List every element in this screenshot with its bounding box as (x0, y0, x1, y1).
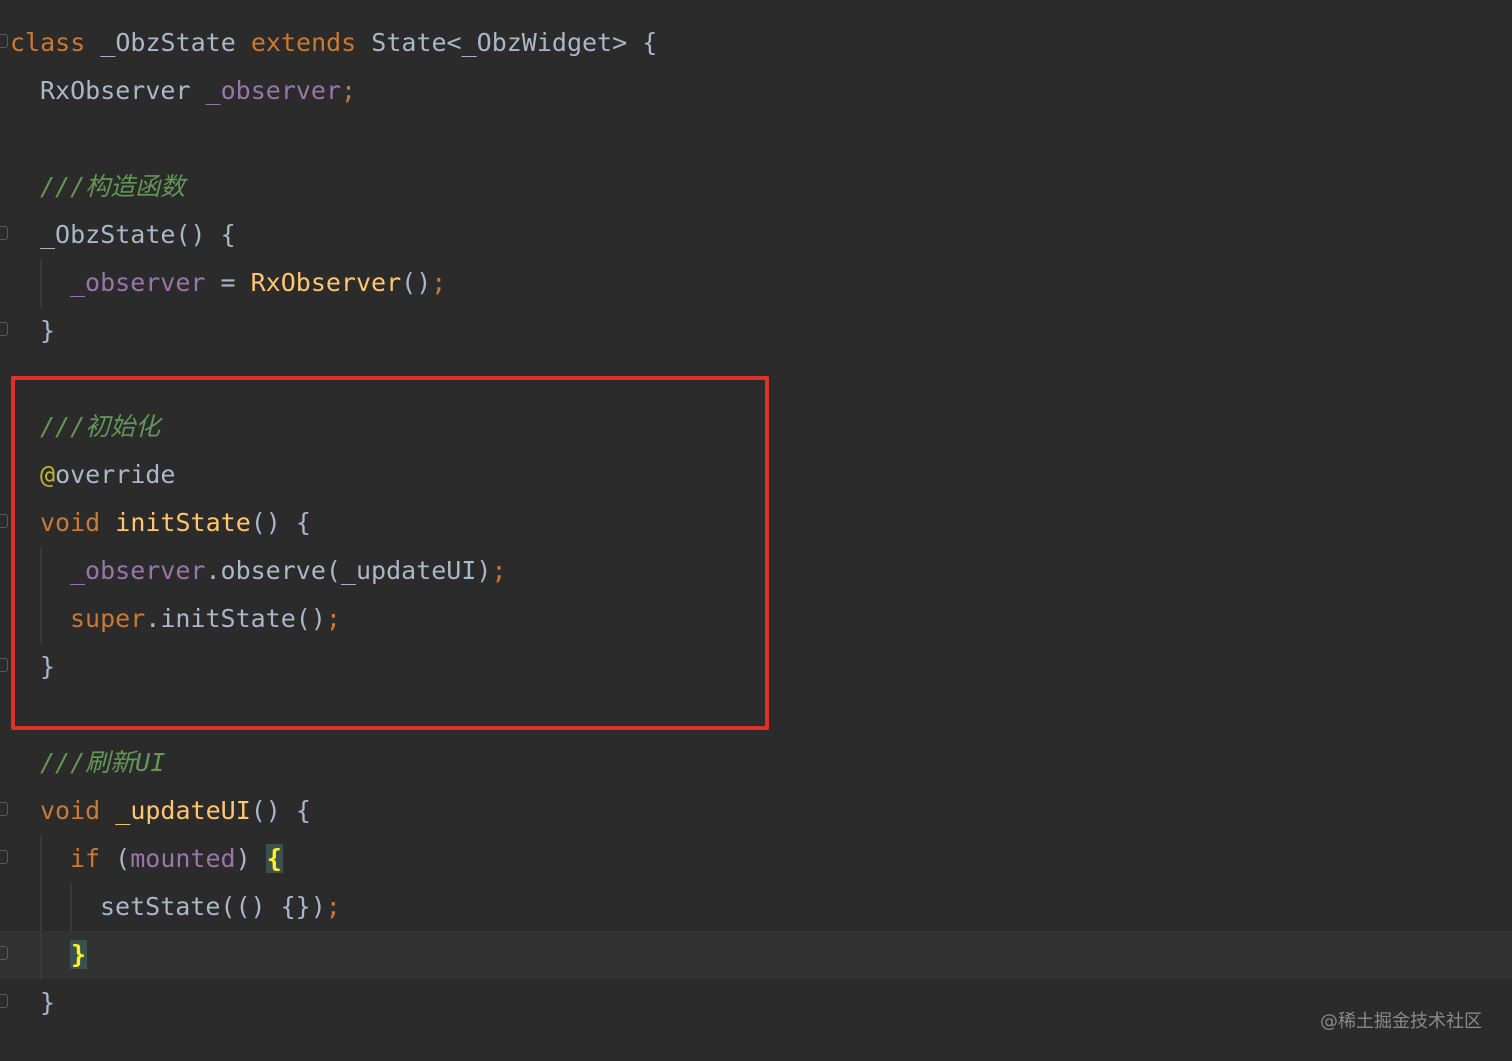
matched-brace: } (70, 940, 88, 969)
field-type: RxObserver (40, 76, 191, 105)
indent-guide (40, 883, 42, 931)
fold-marker-icon[interactable] (0, 802, 8, 816)
code-line: ///刷新UI (0, 739, 1512, 787)
keyword-void: void (40, 796, 101, 825)
code-line: _ObzState() { (0, 211, 1512, 259)
caret-line: } (0, 931, 1512, 979)
open-paren: ( (100, 844, 131, 873)
code-line: setState(() {}); (0, 883, 1512, 931)
matched-brace: { (265, 844, 283, 873)
code-line: } (0, 307, 1512, 355)
method-params: () { (250, 796, 311, 825)
code-line: RxObserver _observer; (0, 67, 1512, 115)
indent-guide (40, 259, 42, 307)
fold-marker-icon[interactable] (0, 322, 8, 336)
class-name: _ObzState (100, 28, 236, 57)
constructor-signature: _ObzState() { (40, 220, 236, 249)
indent-guide (40, 835, 42, 883)
semicolon: ; (431, 268, 447, 297)
method-name: _updateUI (115, 796, 251, 825)
fold-marker-icon[interactable] (0, 34, 8, 48)
code-line: ///构造函数 (0, 163, 1512, 211)
fold-marker-icon[interactable] (0, 994, 8, 1008)
indent-guide (70, 883, 72, 931)
keyword-extends: extends (250, 28, 357, 57)
code-line: } (0, 979, 1512, 1027)
code-line: _observer = RxObserver(); (0, 259, 1512, 307)
fold-marker-icon[interactable] (0, 514, 8, 528)
code-line: if (mounted) { (0, 835, 1512, 883)
assign-operator: = (205, 268, 251, 297)
code-editor[interactable]: class _ObzState extends State<_ObzWidget… (0, 0, 1512, 1061)
open-brace: { (642, 28, 658, 57)
field-name: mounted (130, 844, 236, 873)
fold-marker-icon[interactable] (0, 946, 8, 960)
keyword-if: if (70, 844, 101, 873)
code-line: void _updateUI() { (0, 787, 1512, 835)
fold-marker-icon[interactable] (0, 226, 8, 240)
code-line: class _ObzState extends State<_ObzWidget… (0, 19, 1512, 67)
fold-marker-icon[interactable] (0, 850, 8, 864)
semicolon: ; (341, 76, 357, 105)
call-parens: () (401, 268, 432, 297)
close-paren: ) (235, 844, 266, 873)
indent-guide (40, 931, 42, 979)
base-class: State<_ObzWidget> (371, 28, 628, 57)
watermark: @稀土掘金技术社区 (1320, 1011, 1482, 1032)
doc-comment: ///刷新UI (40, 748, 166, 777)
method-call: setState(() {}) (100, 892, 326, 921)
semicolon: ; (325, 892, 341, 921)
highlight-box (11, 376, 769, 730)
keyword-class: class (10, 28, 86, 57)
close-brace: } (40, 316, 56, 345)
constructor-call: RxObserver (250, 268, 402, 297)
field-name: _observer (70, 268, 206, 297)
close-brace: } (40, 988, 56, 1017)
fold-marker-icon[interactable] (0, 658, 8, 672)
doc-comment: ///构造函数 (40, 172, 186, 201)
field-name: _observer (205, 76, 342, 105)
